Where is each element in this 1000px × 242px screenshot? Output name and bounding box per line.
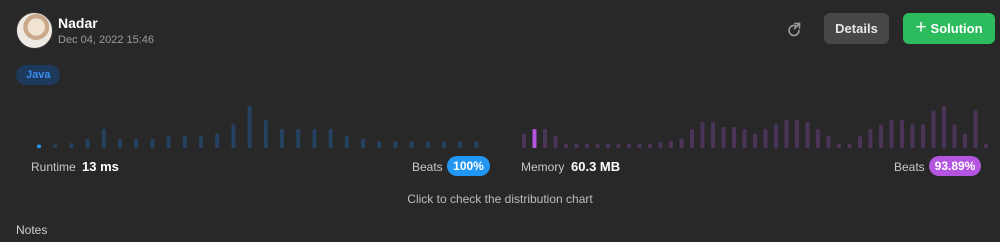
- plus-icon: +: [915, 17, 927, 38]
- runtime-bar: [247, 106, 252, 148]
- memory-bar: [805, 121, 810, 148]
- memory-beats-badge: 93.89%: [929, 156, 981, 176]
- runtime-bar: [474, 141, 479, 148]
- memory-bar: [648, 143, 652, 148]
- memory-bar: [763, 129, 768, 148]
- runtime-bar: [182, 136, 187, 148]
- memory-beats-label: Beats: [894, 160, 925, 174]
- memory-bar: [721, 127, 726, 148]
- runtime-bar: [442, 141, 446, 148]
- runtime-bar: [296, 129, 301, 148]
- memory-bar: [847, 143, 852, 148]
- runtime-bar: [344, 136, 349, 148]
- memory-bar: [711, 121, 715, 148]
- memory-bar: [858, 136, 862, 148]
- memory-bar: [879, 124, 883, 148]
- runtime-bar: [101, 129, 106, 148]
- avatar[interactable]: [16, 12, 53, 49]
- memory-bar: [616, 143, 621, 148]
- memory-bar: [606, 143, 610, 148]
- memory-bar: [784, 119, 789, 148]
- memory-bar: [669, 140, 673, 148]
- memory-bar: [679, 138, 684, 148]
- memory-bar: [595, 143, 600, 148]
- memory-bar: [973, 110, 978, 148]
- runtime-bar: [328, 129, 333, 148]
- runtime-bar: [69, 142, 74, 148]
- details-button[interactable]: Details: [824, 13, 889, 44]
- memory-bar: [900, 119, 904, 148]
- runtime-bar: [361, 138, 365, 148]
- runtime-bar: [312, 129, 317, 148]
- memory-bar-current: [532, 129, 537, 148]
- runtime-beats-badge: 100%: [447, 156, 490, 176]
- memory-bar: [690, 129, 694, 148]
- memory-bar: [931, 110, 936, 148]
- runtime-label: Runtime: [31, 160, 76, 174]
- runtime-bar: [85, 138, 90, 148]
- runtime-bar: [215, 133, 220, 148]
- memory-bar: [700, 121, 705, 148]
- distribution-chart-link[interactable]: Click to check the distribution chart: [0, 192, 1000, 206]
- memory-bar: [889, 119, 894, 148]
- runtime-bar: [231, 124, 236, 148]
- runtime-bar: [118, 138, 122, 148]
- memory-bar: [795, 119, 799, 148]
- runtime-bar: [53, 144, 58, 148]
- memory-bar: [742, 129, 747, 148]
- solution-button-label: Solution: [930, 21, 983, 36]
- runtime-bar: [377, 141, 382, 148]
- memory-bar: [564, 143, 568, 148]
- runtime-bar-current: [37, 144, 41, 148]
- memory-bar: [658, 142, 663, 148]
- memory-bar: [574, 143, 579, 148]
- language-tag[interactable]: Java: [16, 65, 61, 85]
- memory-bar: [522, 133, 526, 148]
- memory-bar: [553, 136, 558, 148]
- memory-bar: [837, 143, 841, 148]
- runtime-bar: [458, 141, 463, 148]
- runtime-bar: [199, 136, 203, 148]
- share-button[interactable]: [781, 17, 807, 43]
- share-arrow-icon: [788, 22, 801, 37]
- runtime-bar: [393, 141, 398, 148]
- runtime-value: 13 ms: [82, 159, 119, 174]
- runtime-bar: [134, 138, 139, 148]
- runtime-bar: [166, 136, 171, 148]
- memory-bar: [910, 124, 915, 148]
- memory-bar: [816, 129, 820, 148]
- runtime-bar: [409, 141, 414, 148]
- memory-bar: [585, 143, 589, 148]
- runtime-bar: [150, 138, 155, 148]
- memory-bar: [826, 136, 831, 148]
- runtime-bar: [280, 129, 284, 148]
- memory-bar: [984, 143, 988, 148]
- runtime-beats-label: Beats: [412, 160, 443, 174]
- memory-bar: [753, 133, 757, 148]
- solution-button[interactable]: + Solution: [903, 13, 995, 44]
- distribution-bars[interactable]: [0, 95, 1000, 150]
- memory-bar: [921, 124, 925, 148]
- memory-bar: [637, 143, 642, 148]
- notes-label: Notes: [16, 223, 48, 237]
- username[interactable]: Nadar: [58, 15, 98, 31]
- memory-bar: [868, 129, 873, 148]
- memory-bar: [543, 129, 547, 148]
- memory-bar: [942, 106, 946, 148]
- memory-bar: [732, 127, 736, 148]
- memory-bar: [774, 124, 778, 148]
- memory-value: 60.3 MB: [571, 159, 621, 174]
- runtime-bar: [263, 119, 268, 148]
- memory-bar: [627, 143, 631, 148]
- memory-label: Memory: [521, 160, 565, 174]
- runtime-bar: [425, 141, 430, 148]
- submission-datetime: Dec 04, 2022 15:46: [58, 34, 155, 46]
- memory-bar: [963, 133, 967, 148]
- memory-bar: [952, 124, 957, 148]
